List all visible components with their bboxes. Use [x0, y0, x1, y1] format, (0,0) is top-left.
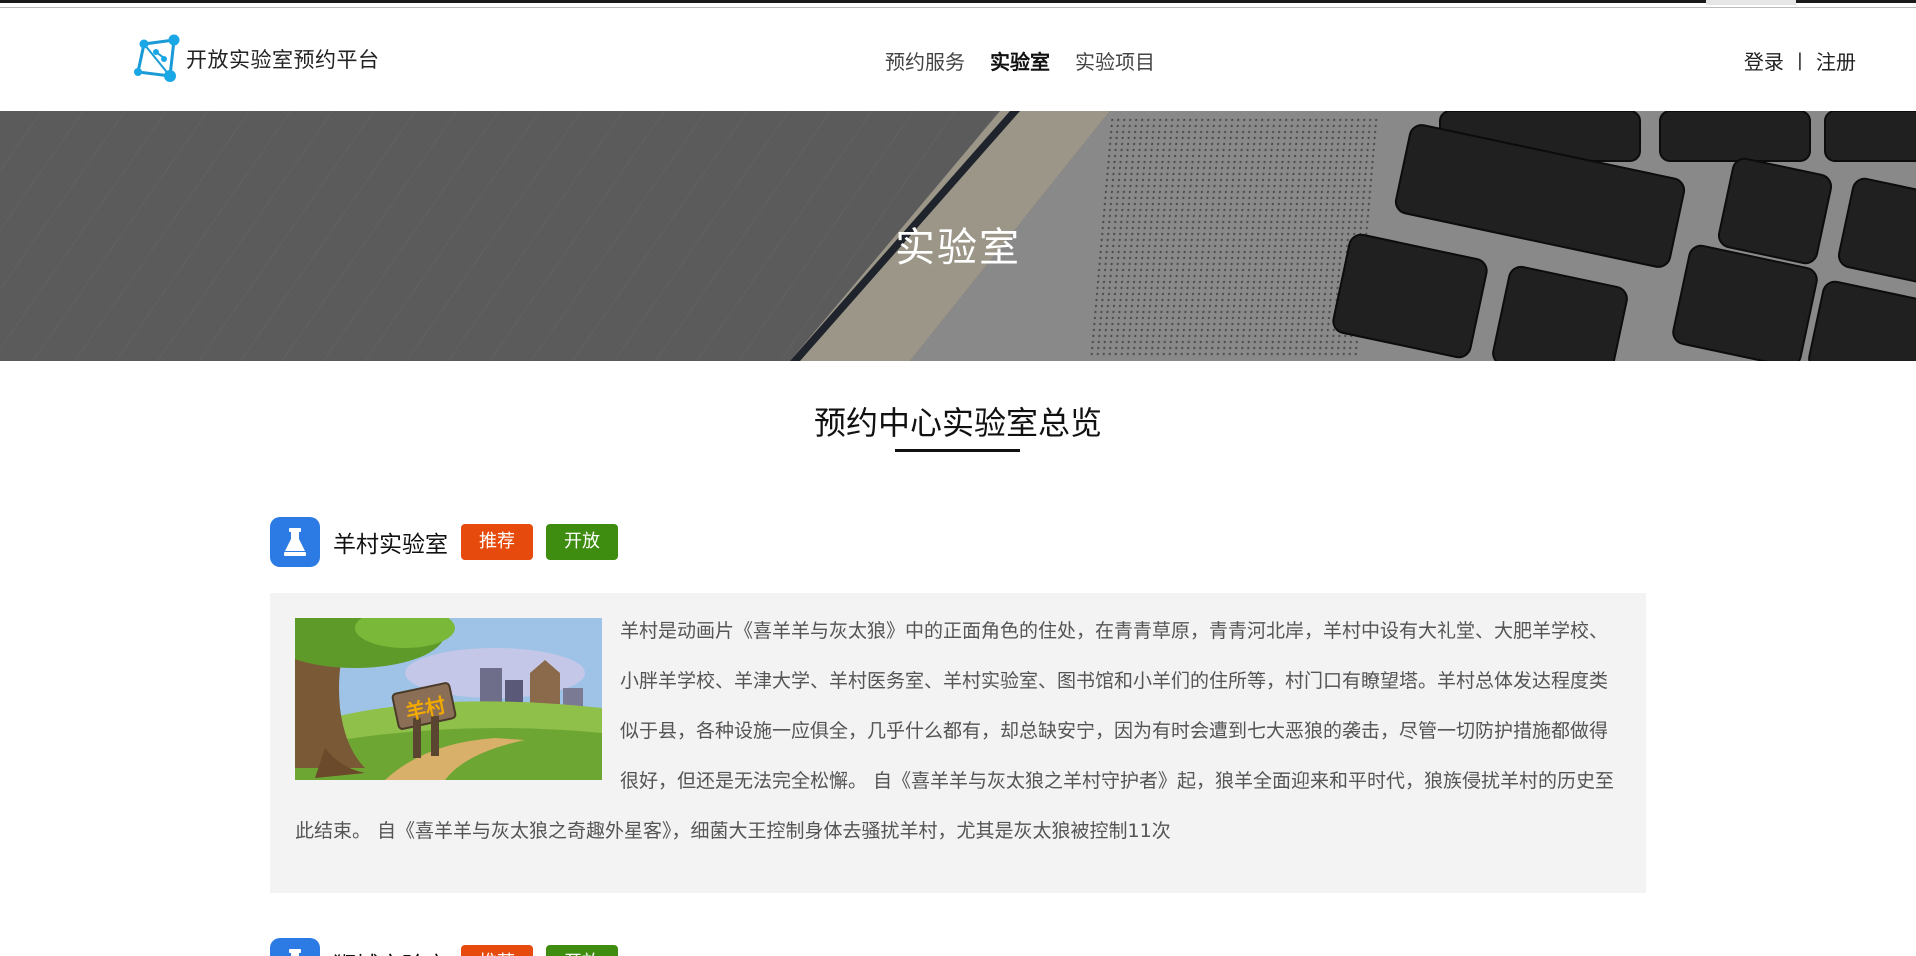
- open-status-badge: 开放: [546, 524, 618, 560]
- open-status-badge: 开放: [546, 945, 618, 956]
- nav-item-labs[interactable]: 实验室: [990, 46, 1050, 75]
- lab-name[interactable]: 狮城实验室: [333, 946, 448, 956]
- lab-name[interactable]: 羊村实验室: [333, 525, 448, 559]
- lab-header: 羊村实验室 推荐 开放: [270, 517, 631, 567]
- auth-links: 登录 | 注册: [1744, 46, 1856, 75]
- nav-item-booking-service[interactable]: 预约服务: [885, 46, 965, 75]
- logo-text: 开放实验室预约平台: [186, 48, 380, 72]
- lab-flask-icon: [270, 938, 320, 956]
- page-banner: 实验室: [0, 111, 1916, 361]
- banner-title: 实验室: [895, 225, 1021, 271]
- network-logo-icon: [134, 34, 180, 82]
- section-title-underline: [895, 449, 1020, 452]
- window-tab-hint: [1706, 0, 1796, 5]
- section-title: 预约中心实验室总览: [813, 404, 1102, 442]
- lab-image[interactable]: 羊村: [295, 618, 602, 780]
- lab-card: 羊村 羊村是动画片《喜羊羊与灰太狼》中的正面角色的住处，在青青草原，青青河北岸，…: [270, 593, 1646, 893]
- browser-top-edge: [0, 0, 1916, 8]
- auth-separator: |: [1796, 50, 1803, 71]
- main-nav: 预约服务 实验室 实验项目: [885, 46, 1155, 75]
- lab-flask-icon: [270, 517, 320, 567]
- lab-header: 狮城实验室 推荐 开放: [270, 938, 631, 956]
- nav-item-lab-projects[interactable]: 实验项目: [1075, 46, 1155, 75]
- recommended-badge: 推荐: [461, 524, 533, 560]
- site-logo[interactable]: 开放实验室预约平台: [130, 32, 380, 86]
- site-header: 开放实验室预约平台 预约服务 实验室 实验项目 登录 | 注册: [0, 8, 1916, 111]
- login-link[interactable]: 登录: [1744, 46, 1784, 75]
- recommended-badge: 推荐: [461, 945, 533, 956]
- register-link[interactable]: 注册: [1816, 46, 1856, 75]
